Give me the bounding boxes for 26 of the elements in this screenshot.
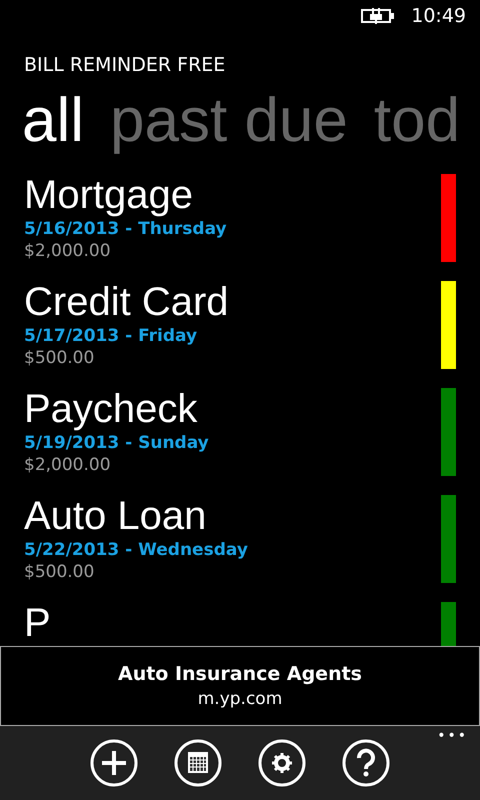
- bill-amount: $500.00: [24, 347, 96, 369]
- due-date: 5/17/2013 - Friday: [24, 325, 198, 347]
- clock-time: 10:49: [411, 5, 466, 27]
- app-title: BILL REMINDER FREE: [24, 54, 226, 76]
- bill-name[interactable]: Mortgage: [24, 172, 227, 218]
- pivot-header[interactable]: past due: [110, 84, 348, 156]
- calendar-icon[interactable]: [174, 739, 222, 787]
- add-icon[interactable]: [90, 739, 138, 787]
- help-icon[interactable]: [342, 739, 390, 787]
- ad-url: m.yp.com: [198, 689, 282, 709]
- ad-banner[interactable]: Auto Insurance Agents m.yp.com: [0, 646, 480, 726]
- bill-name[interactable]: Credit Card: [24, 279, 229, 325]
- ad-title: Auto Insurance Agents: [118, 663, 362, 685]
- bill-name[interactable]: Auto Loan: [24, 493, 248, 539]
- pivot-header[interactable]: tod: [374, 84, 460, 156]
- due-date: 5/22/2013 - Wednesday: [24, 539, 248, 561]
- pivot-header[interactable]: all: [22, 84, 84, 156]
- more-button[interactable]: •••: [437, 728, 468, 744]
- bill-name[interactable]: P: [24, 600, 51, 646]
- bill-name[interactable]: Paycheck: [24, 386, 209, 432]
- settings-icon[interactable]: [258, 739, 306, 787]
- due-date: 5/16/2013 - Thursday: [24, 218, 227, 240]
- bill-amount: $2,000.00: [24, 454, 112, 476]
- due-date: 5/19/2013 - Sunday: [24, 432, 209, 454]
- bill-amount: $2,000.00: [24, 240, 112, 262]
- bill-amount: $500.00: [24, 561, 96, 583]
